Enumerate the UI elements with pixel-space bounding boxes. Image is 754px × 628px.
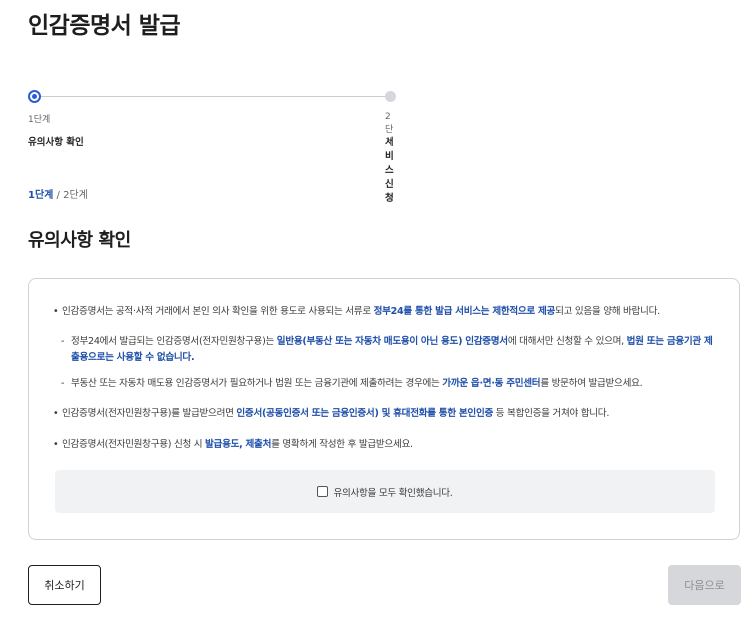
notice-sub-item-1: 정부24에서 발급되는 인감증명서(전자민원창구용)는 일반용(부동산 또는 자… (53, 334, 713, 366)
step-crumb-current: 1단계 (28, 190, 54, 201)
notice-text: 를 방문하여 발급받으세요. (540, 378, 643, 389)
notice-text: 를 명확하게 작성한 후 발급받으세요. (271, 439, 413, 450)
notice-box: 인감증명서는 공적·사적 거래에서 본인 의사 확인을 위한 용도로 사용되는 … (28, 278, 740, 540)
notice-text: 등 복합인증을 거쳐야 합니다. (493, 408, 610, 419)
page-title: 인감증명서 발급 (28, 13, 181, 39)
notice-list: 인감증명서는 공적·사적 거래에서 본인 의사 확인을 위한 용도로 사용되는 … (53, 304, 713, 453)
notice-highlight: 정부24를 통한 발급 서비스는 제한적으로 제공 (373, 306, 556, 317)
step-1-indicator (28, 90, 41, 103)
notice-highlight: 가까운 읍·면·동 주민센터 (442, 378, 541, 389)
confirm-notice-checkbox-area[interactable]: 유의사항을 모두 확인했습니다. (55, 470, 715, 513)
progress-stepper: 1단계 2단계 유의사항 확인 서비스 신청 (28, 90, 398, 204)
step-1-label: 유의사항 확인 (28, 137, 84, 148)
cancel-button[interactable]: 취소하기 (28, 565, 101, 605)
notice-text: 인감증명서(전자민원창구용) 신청 시 (62, 439, 206, 450)
step-breadcrumb: 1단계 / 2단계 (28, 186, 88, 201)
step-2-indicator (385, 91, 396, 102)
next-button[interactable]: 다음으로 (668, 565, 741, 605)
confirm-checkbox[interactable] (317, 486, 329, 497)
step-crumb-total: 2단계 (63, 190, 88, 201)
notice-item-3: 인감증명서(전자민원창구용) 신청 시 발급용도, 제출처를 명확하게 작성한 … (53, 437, 713, 453)
notice-item-2: 인감증명서(전자민원창구용)를 발급받으려면 인증서(공동인증서 또는 금융인증… (53, 406, 713, 422)
notice-highlight: 발급용도, 제출처 (205, 439, 272, 450)
notice-text: 인감증명서(전자민원창구용)를 발급받으려면 (62, 408, 237, 419)
notice-text: 인감증명서는 공적·사적 거래에서 본인 의사 확인을 위한 용도로 사용되는 … (62, 306, 374, 317)
notice-text: 부동산 또는 자동차 매도용 인감증명서가 필요하거나 법원 또는 금융기관에 … (71, 378, 443, 389)
stepper-line (36, 96, 391, 97)
notice-highlight: 일반용(부동산 또는 자동차 매도용이 아닌 용도) 인감증명서 (276, 336, 508, 347)
notice-item-1: 인감증명서는 공적·사적 거래에서 본인 의사 확인을 위한 용도로 사용되는 … (53, 304, 713, 320)
notice-text: 에 대해서만 신청할 수 있으며, (507, 336, 627, 347)
step-1-number: 1단계 (28, 115, 51, 125)
notice-highlight: 인증서(공동인증서 또는 금융인증서) 및 휴대전화를 통한 본인인증 (236, 408, 494, 419)
section-title: 유의사항 확인 (28, 230, 131, 251)
notice-text: 정부24에서 발급되는 인감증명서(전자민원창구용)는 (71, 336, 277, 347)
step-2-label: 서비스 신청 (385, 137, 394, 204)
notice-text: 되고 있음을 양해 바랍니다. (555, 306, 660, 317)
confirm-checkbox-label[interactable]: 유의사항을 모두 확인했습니다. (333, 485, 452, 499)
step-crumb-separator: / (53, 190, 64, 201)
notice-sub-item-2: 부동산 또는 자동차 매도용 인감증명서가 필요하거나 법원 또는 금융기관에 … (53, 376, 713, 392)
